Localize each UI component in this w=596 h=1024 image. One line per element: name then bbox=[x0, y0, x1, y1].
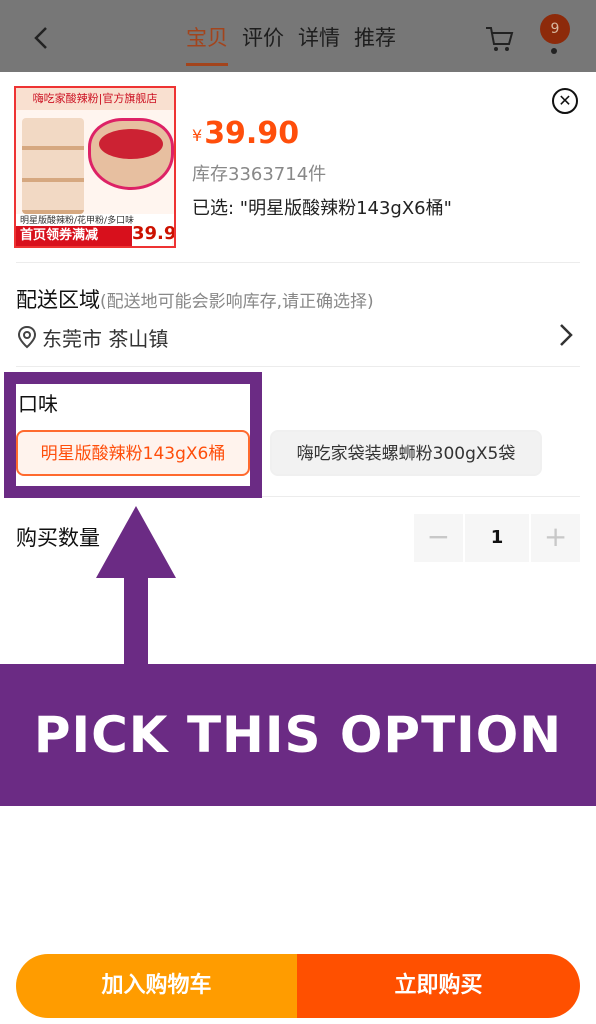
buy-now-button[interactable]: 立即购买 bbox=[297, 954, 580, 1018]
chevron-left-icon bbox=[34, 27, 47, 49]
location-pin-icon bbox=[17, 325, 37, 349]
tab-reviews[interactable]: 评价 bbox=[242, 20, 284, 56]
product-price: ¥39.90 bbox=[192, 116, 299, 151]
noodle-cups-image bbox=[22, 118, 84, 214]
product-thumbnail: 嗨吃家酸辣粉|官方旗舰店 明星版酸辣粉/花甲粉/多口味 首页领券满减 39.9 bbox=[14, 86, 176, 248]
minus-button[interactable]: − bbox=[414, 514, 463, 562]
delivery-location[interactable]: 东莞市 茶山镇 bbox=[16, 322, 168, 352]
nav-tabs: 宝贝 评价 详情 推荐 bbox=[186, 20, 396, 66]
cart-badge: 9 bbox=[540, 14, 570, 44]
thumbnail-promo: 首页领券满减 bbox=[16, 226, 136, 246]
selected-variant: 已选: "明星版酸辣粉143gX6桶" bbox=[192, 198, 452, 219]
quantity-label: 购买数量 bbox=[16, 526, 100, 550]
cart-icon[interactable] bbox=[484, 24, 514, 54]
stock-count: 库存3363714件 bbox=[192, 164, 327, 185]
flavor-option[interactable]: 嗨吃家袋装螺蛳粉300gX5袋 bbox=[270, 430, 542, 476]
more-dot-icon[interactable] bbox=[551, 48, 557, 54]
noodle-bowl-image bbox=[88, 118, 174, 190]
chevron-right-icon[interactable] bbox=[556, 322, 576, 348]
plus-button[interactable]: + bbox=[531, 514, 580, 562]
delivery-hint: (配送地可能会影响库存,请正确选择) bbox=[100, 292, 374, 312]
delivery-label: 配送区域 bbox=[16, 288, 100, 312]
close-icon[interactable]: ✕ bbox=[552, 88, 578, 114]
location-text: 东莞市 茶山镇 bbox=[42, 326, 169, 351]
arrow-up-icon bbox=[96, 506, 176, 670]
back-button[interactable] bbox=[26, 18, 56, 58]
add-to-cart-button[interactable]: 加入购物车 bbox=[16, 954, 297, 1018]
sku-sheet: 嗨吃家酸辣粉|官方旗舰店 明星版酸辣粉/花甲粉/多口味 首页领券满减 39.9 … bbox=[0, 72, 596, 1024]
tab-item[interactable]: 宝贝 bbox=[186, 20, 228, 66]
tab-recommend[interactable]: 推荐 bbox=[354, 20, 396, 56]
divider bbox=[16, 262, 580, 263]
divider bbox=[16, 366, 580, 367]
annotation-banner: PICK THIS OPTION bbox=[0, 664, 596, 806]
delivery-title: 配送区域(配送地可能会影响库存,请正确选择) bbox=[16, 284, 374, 314]
thumbnail-price-tag: 39.9 bbox=[132, 222, 176, 246]
thumbnail-brand-banner: 嗨吃家酸辣粉|官方旗舰店 bbox=[16, 88, 174, 110]
price-value: 39.90 bbox=[204, 116, 300, 151]
currency-symbol: ¥ bbox=[192, 126, 203, 145]
quantity-stepper: − 1 + bbox=[414, 514, 580, 562]
tab-details[interactable]: 详情 bbox=[298, 20, 340, 56]
quantity-value[interactable]: 1 bbox=[464, 514, 530, 562]
action-bar: 加入购物车 立即购买 bbox=[16, 954, 580, 1018]
top-nav: 宝贝 评价 详情 推荐 9 bbox=[0, 0, 596, 72]
highlight-box bbox=[4, 372, 262, 498]
